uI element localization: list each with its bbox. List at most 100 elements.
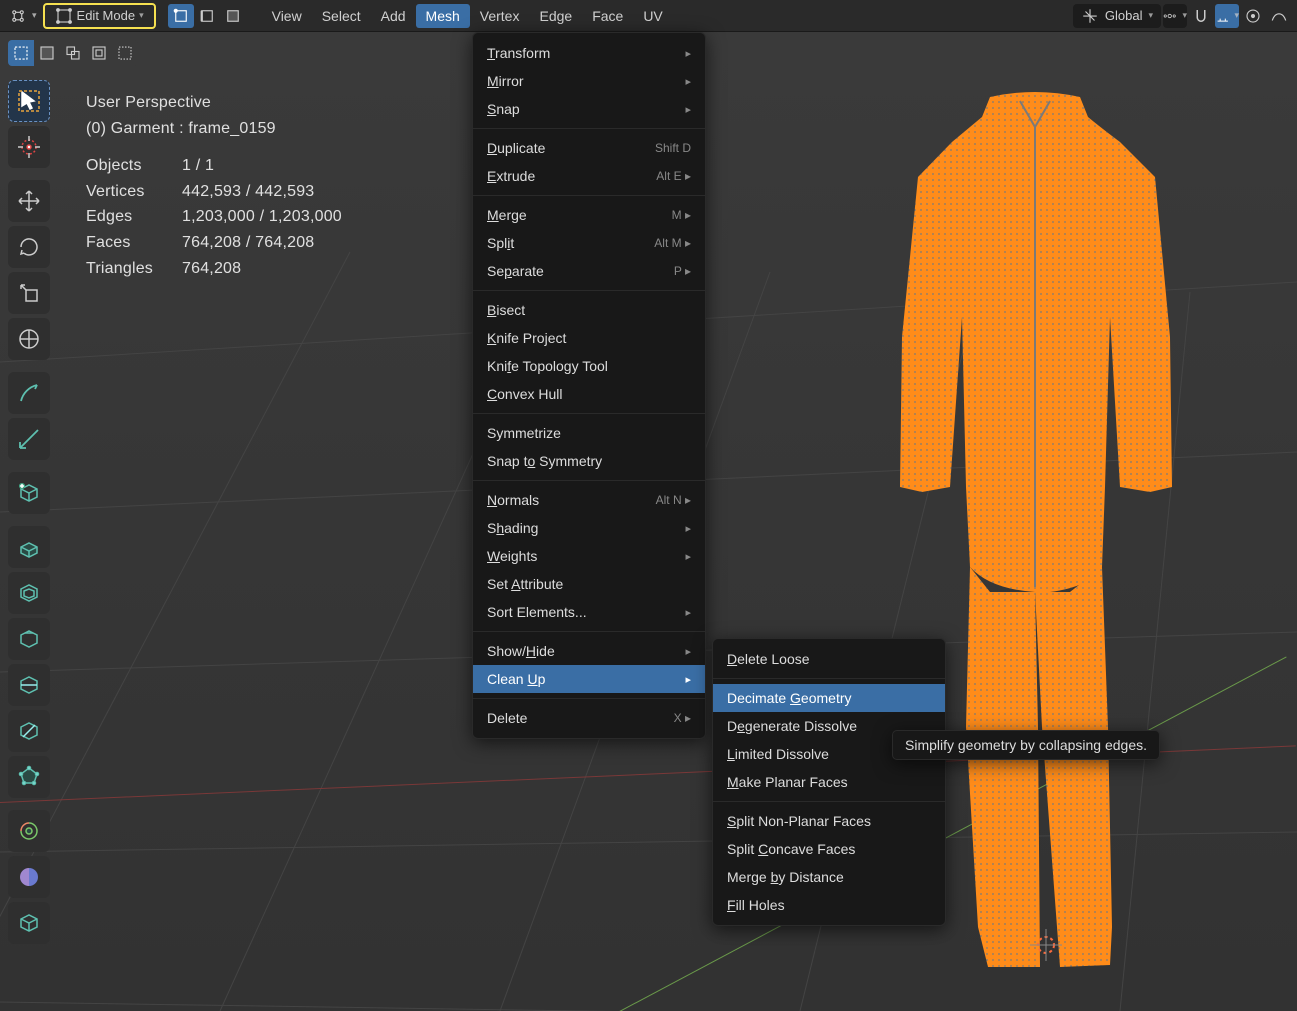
mesh-menu-item[interactable]: Set Attribute [473, 570, 705, 598]
mesh-menu-item[interactable]: Weights ▸ [473, 542, 705, 570]
mesh-menu-separator [473, 413, 705, 414]
menu-item-label: Symmetrize [487, 425, 561, 441]
tool-inset-faces[interactable] [8, 572, 50, 614]
tool-knife[interactable] [8, 710, 50, 752]
mesh-menu-item[interactable]: Sort Elements...▸ [473, 598, 705, 626]
mesh-menu-item[interactable]: Clean Up▸ [473, 665, 705, 693]
select-vis-4[interactable] [86, 40, 112, 66]
menu-item-label: Bisect [487, 302, 525, 318]
mesh-menu-item[interactable]: Bisect [473, 296, 705, 324]
stat-value: 1,203,000 / 1,203,000 [182, 204, 342, 230]
submenu-arrow-icon: ▸ [685, 606, 691, 619]
snap-options-dropdown[interactable]: ▾ [1215, 4, 1239, 28]
proportional-edit-toggle[interactable] [1241, 4, 1265, 28]
select-vis-1[interactable] [8, 40, 34, 66]
cleanup-item[interactable]: Delete Loose [713, 645, 945, 673]
mesh-menu-item[interactable]: Snap▸ [473, 95, 705, 123]
tool-loop-cut[interactable] [8, 664, 50, 706]
tool-scale[interactable] [8, 272, 50, 314]
proportional-falloff-dropdown[interactable] [1267, 4, 1291, 28]
mesh-menu-item[interactable]: ExtrudeAlt E ▸ [473, 162, 705, 190]
mesh-menu-dropdown: Transform▸Mirror▸Snap▸DuplicateShift DEx… [472, 32, 706, 739]
cleanup-item[interactable]: Split Non-Planar Faces [713, 807, 945, 835]
vertex-select-mode[interactable] [168, 4, 194, 28]
mesh-menu-item[interactable]: NormalsAlt N ▸ [473, 486, 705, 514]
mesh-menu-item[interactable]: SplitAlt M ▸ [473, 229, 705, 257]
tool-extrude-region[interactable] [8, 526, 50, 568]
menu-select[interactable]: Select [312, 4, 371, 28]
menu-item-label: Mirror [487, 73, 524, 89]
tool-spin[interactable] [8, 810, 50, 852]
mode-label: Edit Mode [77, 8, 136, 23]
menu-uv[interactable]: UV [633, 4, 672, 28]
tool-measure[interactable] [8, 418, 50, 460]
menu-item-label: Convex Hull [487, 386, 563, 402]
edge-select-mode[interactable] [194, 4, 220, 28]
tool-edge-slide[interactable] [8, 902, 50, 944]
menu-item-label: Clean Up [487, 671, 545, 687]
tool-rotate[interactable] [8, 226, 50, 268]
mesh-menu-item[interactable]: Symmetrize [473, 419, 705, 447]
stat-label: Vertices [86, 179, 168, 205]
mode-dropdown[interactable]: Edit Mode ▾ [49, 5, 150, 27]
tool-transform[interactable] [8, 318, 50, 360]
menu-vertex[interactable]: Vertex [470, 4, 530, 28]
menu-face[interactable]: Face [582, 4, 633, 28]
face-select-mode[interactable] [220, 4, 246, 28]
cleanup-item[interactable]: Decimate Geometry [713, 684, 945, 712]
mesh-menu-item[interactable]: Show/Hide▸ [473, 637, 705, 665]
cleanup-item[interactable]: Merge by Distance [713, 863, 945, 891]
menu-item-label: Merge [487, 207, 527, 223]
mesh-menu-item[interactable]: Convex Hull [473, 380, 705, 408]
mesh-menu-item[interactable]: Mirror ▸ [473, 67, 705, 95]
mesh-menu-item[interactable]: Snap to Symmetry [473, 447, 705, 475]
toolbar-right: Global ▾ ▾ ▾ [1073, 4, 1291, 28]
tool-bevel[interactable] [8, 618, 50, 660]
menu-item-label: Delete Loose [727, 651, 810, 667]
tool-annotate[interactable] [8, 372, 50, 414]
stat-label: Objects [86, 153, 168, 179]
tool-move[interactable] [8, 180, 50, 222]
select-vis-3[interactable] [60, 40, 86, 66]
menu-item-label: Knife Project [487, 330, 566, 346]
menu-item-label: Duplicate [487, 140, 545, 156]
menu-edge[interactable]: Edge [529, 4, 582, 28]
mesh-menu-item[interactable]: Knife Topology Tool [473, 352, 705, 380]
mesh-menu-item[interactable]: Shading▸ [473, 514, 705, 542]
mesh-menu-item[interactable]: SeparateP ▸ [473, 257, 705, 285]
pivot-dropdown[interactable]: ▾ [1163, 4, 1187, 28]
mesh-menu-item[interactable]: Transform▸ [473, 39, 705, 67]
cleanup-item[interactable]: Fill Holes [713, 891, 945, 919]
mesh-menu-item[interactable]: DeleteX ▸ [473, 704, 705, 732]
tool-poly-build[interactable] [8, 756, 50, 798]
submenu-arrow-icon: ▸ [685, 550, 691, 563]
tool-cursor[interactable] [8, 126, 50, 168]
menu-mesh[interactable]: Mesh [416, 4, 470, 28]
menu-view[interactable]: View [262, 4, 312, 28]
mesh-menu-item[interactable]: Knife Project [473, 324, 705, 352]
editor-type-dropdown[interactable] [6, 4, 30, 28]
select-vis-5[interactable] [112, 40, 138, 66]
tool-smooth[interactable] [8, 856, 50, 898]
menu-item-label: Snap [487, 101, 520, 117]
transform-orientation-dropdown[interactable]: Global ▾ [1073, 4, 1161, 28]
mesh-menu-item[interactable]: DuplicateShift D [473, 134, 705, 162]
snap-toggle[interactable] [1189, 4, 1213, 28]
tool-select-box[interactable] [8, 80, 50, 122]
select-vis-2[interactable] [34, 40, 60, 66]
cleanup-item[interactable]: Make Planar Faces [713, 768, 945, 796]
menu-item-label: Weights [487, 548, 537, 564]
tooltip: Simplify geometry by collapsing edges. [892, 730, 1160, 760]
menu-item-label: Set Attribute [487, 576, 563, 592]
menu-item-label: Snap to Symmetry [487, 453, 602, 469]
chevron-down-icon: ▾ [139, 10, 144, 21]
menu-hotkey-arrow: Alt M ▸ [654, 236, 691, 250]
mesh-menu-item[interactable]: MergeM ▸ [473, 201, 705, 229]
origin-gizmo [1028, 927, 1064, 963]
cleanup-item[interactable]: Split Concave Faces [713, 835, 945, 863]
submenu-arrow-icon: ▸ [685, 75, 691, 88]
menu-item-label: Knife Topology Tool [487, 358, 608, 374]
menu-add[interactable]: Add [371, 4, 416, 28]
tool-add-cube[interactable] [8, 472, 50, 514]
select-mode-group [168, 4, 246, 28]
